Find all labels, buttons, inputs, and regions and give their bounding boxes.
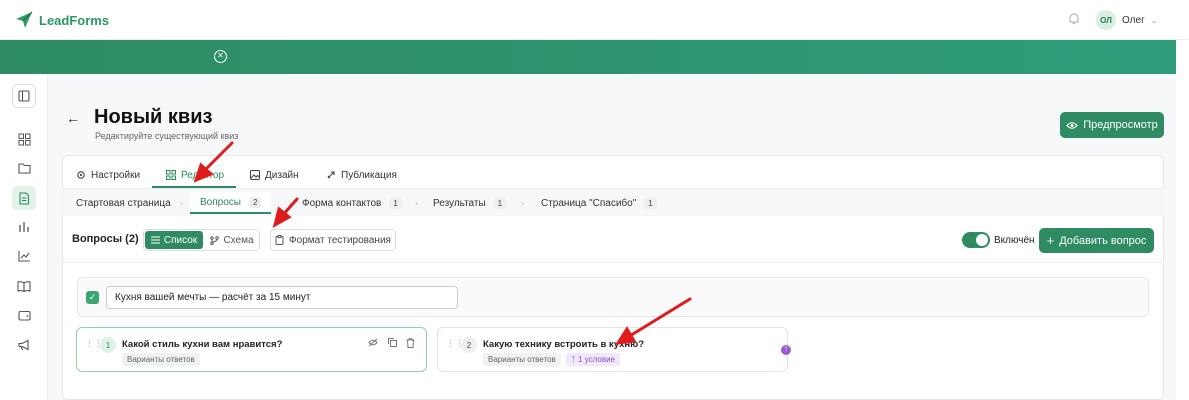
add-question-button[interactable]: + Добавить вопрос (1039, 228, 1154, 253)
paper-plane-icon (16, 11, 33, 28)
promo-banner: ✕ (0, 40, 1176, 74)
logo[interactable]: LeadForms (14, 10, 109, 30)
user-name: Олег (1122, 14, 1145, 26)
count-badge: 1 (389, 197, 402, 209)
tab-label: Публикация (341, 169, 397, 181)
testing-format-button[interactable]: Формат тестирования (270, 229, 396, 251)
list-icon (150, 236, 160, 244)
grid-icon (166, 170, 176, 180)
rocket-icon (327, 171, 335, 179)
page-scroll-edge (1176, 40, 1189, 400)
back-arrow-icon[interactable]: ← (66, 110, 80, 126)
chevron-down-icon: ⌄ (1150, 15, 1158, 25)
divider (62, 262, 1164, 263)
plus-icon: + (1046, 233, 1055, 248)
subtab-start-page[interactable]: Стартовая страница (76, 192, 171, 214)
book-icon[interactable] (12, 274, 36, 298)
question-title: Какой стиль кухни вам нравится? (122, 339, 283, 350)
list-view-label: Список (163, 234, 198, 246)
count-badge: 2 (248, 196, 262, 208)
chevron-right-icon: › (180, 198, 183, 208)
notifications-bell-icon[interactable] (1067, 12, 1081, 29)
chevron-right-icon: › (289, 198, 292, 208)
user-menu[interactable]: ОЛ Олег ⌄ (1096, 10, 1157, 30)
quiz-title-input[interactable] (106, 286, 458, 309)
chevron-right-icon: › (521, 198, 524, 208)
subtab-thanks-page[interactable]: Страница "Спасибо" 1 (541, 192, 657, 214)
subtab-label: Результаты (433, 197, 486, 209)
scheme-view-label: Схема (223, 234, 254, 246)
clipboard-icon (275, 235, 284, 245)
trash-icon[interactable] (406, 338, 415, 351)
quiz-title-checkbox[interactable]: ✓ (86, 291, 99, 304)
megaphone-icon[interactable] (12, 333, 36, 357)
toggle-knob (976, 234, 988, 246)
preview-label: Предпросмотр (1083, 119, 1158, 131)
sidebar-toggle-icon[interactable] (12, 84, 36, 108)
question-number: 2 (461, 337, 477, 353)
branch-icon: ᛉ (571, 355, 576, 364)
scheme-view-button[interactable]: Схема (207, 231, 257, 249)
subtab-questions[interactable]: Вопросы 2 (190, 192, 272, 214)
line-chart-icon[interactable] (12, 244, 36, 268)
subtab-label: Форма контактов (302, 197, 382, 209)
count-badge: 1 (493, 197, 507, 209)
subtab-results[interactable]: Результаты 1 (433, 192, 507, 214)
tab-label: Дизайн (265, 169, 299, 181)
bar-chart-icon[interactable] (12, 215, 36, 239)
branch-icon (210, 235, 220, 245)
eye-icon (1066, 121, 1078, 129)
page-subtitle: Редактируйте существующий квиз (95, 131, 239, 141)
tab-label: Настройки (91, 169, 141, 181)
testing-format-label: Формат тестирования (289, 234, 391, 246)
page-title: Новый квиз (94, 106, 213, 128)
subtab-label: Вопросы (200, 196, 241, 208)
question-card[interactable]: ⋮⋮ 1 Какой стиль кухни вам нравится? Вар… (76, 327, 427, 372)
eye-off-icon[interactable] (368, 338, 378, 350)
branch-connector-icon[interactable]: ᛉ (781, 345, 791, 355)
enabled-toggle[interactable] (962, 232, 990, 248)
logo-text: LeadForms (39, 12, 110, 28)
image-icon (250, 170, 260, 180)
add-question-label: Добавить вопрос (1059, 234, 1147, 247)
condition-chip[interactable]: ᛉ 1 условие (566, 353, 621, 366)
condition-label: 1 условие (578, 355, 616, 364)
question-type-chip: Варианты ответов (483, 353, 561, 366)
wallet-icon[interactable] (12, 303, 36, 327)
sidebar (0, 74, 48, 400)
subtab-label: Стартовая страница (76, 197, 171, 209)
tab-publication[interactable]: Публикация (326, 163, 397, 187)
questions-heading: Вопросы (2) (72, 233, 139, 245)
folder-icon[interactable] (12, 156, 36, 180)
avatar: ОЛ (1096, 10, 1116, 30)
question-card[interactable]: ⋮⋮ 2 Какую технику встроить в кухню? Вар… (437, 327, 788, 372)
preview-button[interactable]: Предпросмотр (1060, 112, 1164, 138)
tab-label: Редактор (181, 169, 225, 181)
question-title: Какую технику встроить в кухню? (483, 339, 645, 350)
question-type-chip: Варианты ответов (122, 353, 200, 366)
tab-settings[interactable]: Настройки (76, 163, 140, 187)
subtab-label: Страница "Спасибо" (541, 197, 637, 209)
tab-editor[interactable]: Редактор (166, 163, 224, 187)
list-view-button[interactable]: Список (145, 231, 203, 249)
close-circle-icon[interactable]: ✕ (214, 50, 227, 63)
tab-design[interactable]: Дизайн (250, 163, 299, 187)
subtab-contact-form[interactable]: Форма контактов 1 (302, 192, 402, 214)
gear-icon (77, 171, 85, 179)
enabled-label: Включён (994, 235, 1035, 246)
count-badge: 1 (644, 197, 657, 209)
top-bar: LeadForms ОЛ Олег ⌄ (0, 0, 1189, 40)
question-number: 1 (100, 337, 116, 353)
document-icon[interactable] (12, 186, 36, 210)
copy-icon[interactable] (388, 338, 397, 350)
chevron-right-icon: › (415, 198, 418, 208)
dashboard-grid-icon[interactable] (12, 127, 36, 151)
